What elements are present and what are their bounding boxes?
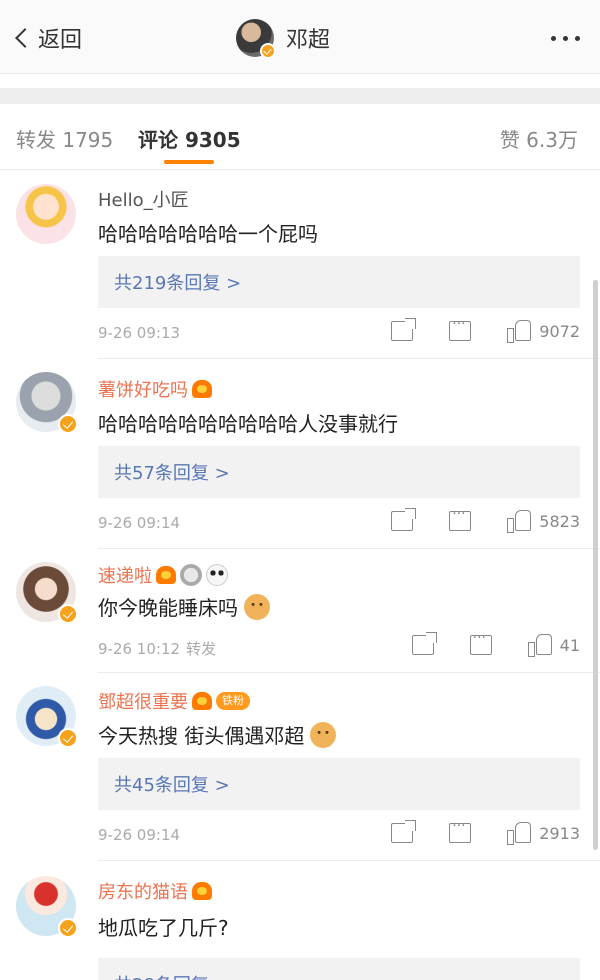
comment-icon[interactable] [469,630,492,655]
divider [98,358,600,359]
comment-icon[interactable] [449,316,472,341]
repost-link[interactable]: 转发 [186,640,216,658]
share-icon[interactable] [411,632,437,655]
replies-link[interactable]: 共45条回复 > [98,758,580,810]
like-icon[interactable] [527,634,552,657]
replies-link[interactable]: 共28条回复 > [98,958,580,980]
comment-actions: 2913 [355,818,580,845]
verified-icon [260,43,276,59]
back-button[interactable]: 返回 [12,20,82,56]
like-icon[interactable] [507,510,532,533]
tab-repost[interactable]: 转发 1795 [16,124,113,153]
comment-username[interactable]: 薯饼好吃吗 [98,376,212,402]
section-divider [0,88,600,104]
vip-medal-icon [192,380,212,398]
comment-time: 9-26 10:12 转发 [98,640,217,658]
like-count: 41 [559,635,580,655]
scrollbar[interactable] [593,280,598,850]
top-nav-bar: 返回 邓超 [0,0,600,74]
verified-icon [58,604,78,624]
divider [98,860,600,861]
tab-bar: 转发 1795 评论 9305 赞 6.3万 [0,104,600,170]
page-title: 邓超 [286,28,331,53]
comment-text: 今天热搜 街头偶遇邓超 [98,720,337,749]
avatar[interactable] [16,372,78,434]
avatar[interactable] [16,184,76,244]
share-icon[interactable] [391,318,417,341]
comment-actions: 5823 [355,506,580,533]
back-label: 返回 [38,28,83,53]
divider [98,548,600,549]
vip-medal-icon [192,692,212,710]
chevron-left-icon [15,28,35,48]
active-tab-indicator [164,160,214,164]
comment-actions: 41 [376,630,580,657]
share-icon[interactable] [391,508,417,531]
panda-icon [206,564,228,586]
replies-link[interactable]: 共57条回复 > [98,446,580,498]
comment-text: 地瓜吃了几斤? [98,916,229,940]
like-count: 9072 [539,321,580,341]
tab-comments[interactable]: 评论 9305 [138,124,241,153]
comment-username[interactable]: 速递啦 [98,562,228,588]
avatar[interactable] [236,19,276,59]
comment-username[interactable]: 鄧超很重要 铁粉 [98,688,250,714]
comment-time: 9-26 09:14 [98,514,181,532]
like-count: 5823 [539,511,580,531]
vip-medal-icon [192,882,212,900]
vip-medal-icon [156,566,176,584]
comment-item: 速递啦 你今晚能睡床吗 9-26 10:12转发 41 [0,550,600,674]
avatar[interactable] [16,562,78,624]
avatar[interactable] [16,876,78,938]
like-count: 2913 [539,823,580,843]
verified-icon [58,728,78,748]
tab-likes[interactable]: 赞 6.3万 [500,124,578,153]
comment-actions: 9072 [355,316,580,343]
comment-item: Hello_小匠 哈哈哈哈哈哈哈一个屁吗 共219条回复 > 9-26 09:1… [0,170,600,360]
like-icon[interactable] [507,320,532,343]
comment-icon[interactable] [449,818,472,843]
comment-icon[interactable] [449,506,472,531]
comment-item: 房东的猫语 地瓜吃了几斤? 共28条回复 > [0,862,600,980]
more-dots-icon[interactable] [551,36,580,41]
verified-icon [58,918,78,938]
doge-emoji-icon [244,593,270,620]
avatar[interactable] [16,686,78,748]
comment-time: 9-26 09:13 [98,324,181,342]
comment-username[interactable]: Hello_小匠 [98,186,189,212]
silver-medal-icon [180,564,202,586]
nav-profile[interactable]: 邓超 [236,18,331,59]
comment-text: 哈哈哈哈哈哈哈哈哈哈人没事就行 [98,412,398,436]
divider [98,672,600,673]
verified-icon [58,414,78,434]
comment-item: 薯饼好吃吗 哈哈哈哈哈哈哈哈哈哈人没事就行 共57条回复 > 9-26 09:1… [0,360,600,550]
like-icon[interactable] [507,822,532,845]
doge-emoji-icon [310,721,337,748]
comment-username[interactable]: 房东的猫语 [98,878,212,904]
share-icon[interactable] [391,820,417,843]
comment-text: 你今晚能睡床吗 [98,592,270,621]
comment-item: 鄧超很重要 铁粉 今天热搜 街头偶遇邓超 共45条回复 > 9-26 09:14 … [0,674,600,862]
replies-link[interactable]: 共219条回复 > [98,256,580,308]
fan-badge: 铁粉 [216,692,250,710]
comment-text: 哈哈哈哈哈哈哈一个屁吗 [98,222,318,246]
comment-time: 9-26 09:14 [98,826,181,844]
